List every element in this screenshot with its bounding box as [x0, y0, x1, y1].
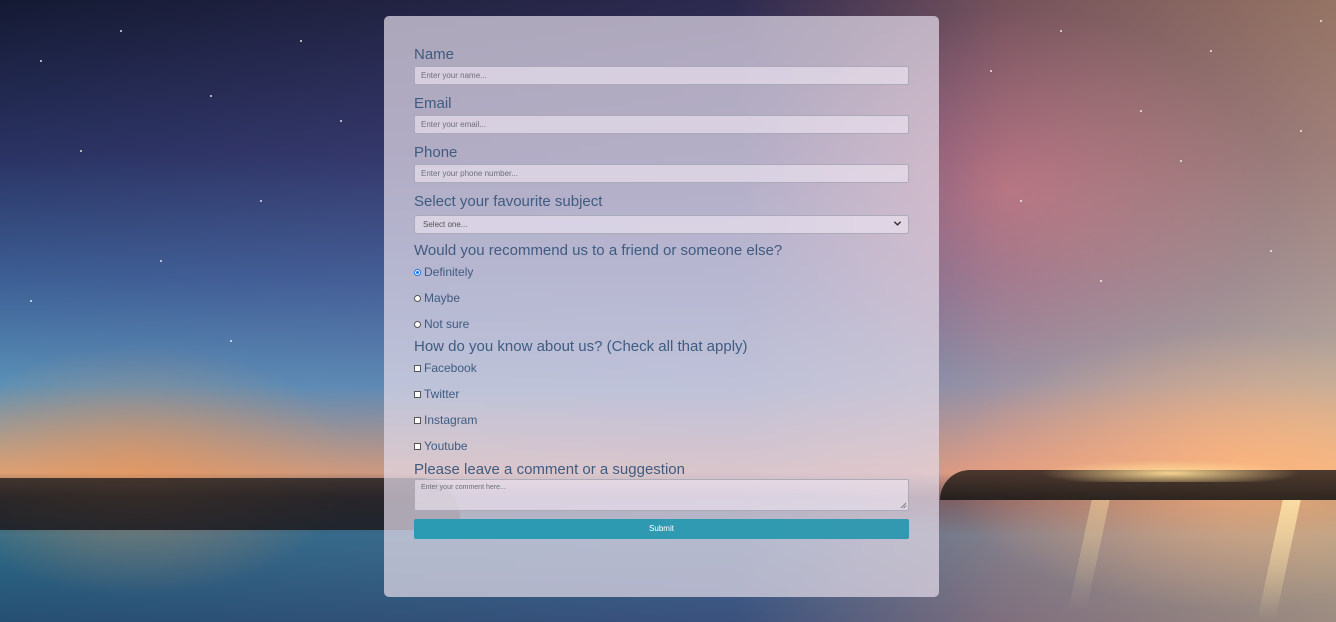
- survey-form: Name Enter your name... Email Enter your…: [384, 16, 939, 597]
- checkbox-label: Youtube: [424, 439, 468, 453]
- star: [40, 60, 42, 62]
- star: [1270, 250, 1272, 252]
- source-option-twitter[interactable]: Twitter: [414, 381, 909, 407]
- checkbox[interactable]: [414, 390, 421, 398]
- radio-button[interactable]: [414, 268, 421, 276]
- star: [1060, 30, 1062, 32]
- light-reflection: [1068, 500, 1110, 610]
- submit-button[interactable]: Submit: [414, 519, 909, 539]
- source-question: How do you know about us? (Check all tha…: [414, 338, 748, 355]
- phone-label: Phone: [414, 144, 458, 161]
- checkbox[interactable]: [414, 364, 421, 372]
- subject-select[interactable]: Select one...: [414, 215, 909, 234]
- star: [990, 70, 992, 72]
- name-input[interactable]: Enter your name...: [414, 66, 909, 85]
- source-option-facebook[interactable]: Facebook: [414, 355, 909, 381]
- email-label: Email: [414, 95, 452, 112]
- email-group: Email Enter your email...: [414, 95, 909, 134]
- star: [120, 30, 122, 32]
- chevron-down-icon: [893, 221, 902, 226]
- subject-select-value: Select one...: [423, 220, 468, 229]
- recommend-option-definitely[interactable]: Definitely: [414, 259, 909, 285]
- source-option-instagram[interactable]: Instagram: [414, 407, 909, 433]
- subject-group: Select your favourite subject Select one…: [414, 193, 909, 234]
- checkbox-label: Instagram: [424, 413, 478, 427]
- star: [1020, 200, 1022, 202]
- star: [1320, 20, 1322, 22]
- star: [230, 340, 232, 342]
- town-lights: [1040, 460, 1300, 482]
- checkbox[interactable]: [414, 442, 421, 450]
- star: [1100, 280, 1102, 282]
- resize-grip-icon[interactable]: [900, 502, 907, 509]
- source-option-youtube[interactable]: Youtube: [414, 433, 909, 459]
- radio-button[interactable]: [414, 294, 421, 302]
- star: [1140, 110, 1142, 112]
- name-group: Name Enter your name...: [414, 46, 909, 85]
- star: [160, 260, 162, 262]
- comment-placeholder: Enter your comment here...: [421, 484, 506, 491]
- radio-label: Maybe: [424, 291, 461, 305]
- email-input[interactable]: Enter your email...: [414, 115, 909, 134]
- star: [1300, 130, 1302, 132]
- star: [260, 200, 262, 202]
- star: [340, 120, 342, 122]
- subject-label: Select your favourite subject: [414, 193, 603, 210]
- phone-group: Phone Enter your phone number...: [414, 144, 909, 183]
- source-group: How do you know about us? (Check all tha…: [414, 338, 909, 459]
- comment-textarea[interactable]: Enter your comment here...: [414, 479, 909, 511]
- recommend-question: Would you recommend us to a friend or so…: [414, 242, 783, 259]
- checkbox-label: Facebook: [424, 361, 477, 375]
- radio-button[interactable]: [414, 320, 421, 328]
- comment-label: Please leave a comment or a suggestion: [414, 461, 685, 478]
- star: [30, 300, 32, 302]
- radio-label: Not sure: [424, 317, 470, 331]
- name-label: Name: [414, 46, 455, 63]
- recommend-option-maybe[interactable]: Maybe: [414, 285, 909, 311]
- phone-input[interactable]: Enter your phone number...: [414, 164, 909, 183]
- checkbox-label: Twitter: [424, 387, 460, 401]
- star: [300, 40, 302, 42]
- comment-group: Please leave a comment or a suggestion E…: [414, 461, 909, 511]
- checkbox[interactable]: [414, 416, 421, 424]
- recommend-option-not-sure[interactable]: Not sure: [414, 311, 909, 337]
- light-reflection: [1257, 500, 1301, 620]
- radio-label: Definitely: [424, 265, 474, 279]
- star: [1210, 50, 1212, 52]
- star: [1180, 160, 1182, 162]
- star: [210, 95, 212, 97]
- recommend-group: Would you recommend us to a friend or so…: [414, 242, 909, 337]
- star: [80, 150, 82, 152]
